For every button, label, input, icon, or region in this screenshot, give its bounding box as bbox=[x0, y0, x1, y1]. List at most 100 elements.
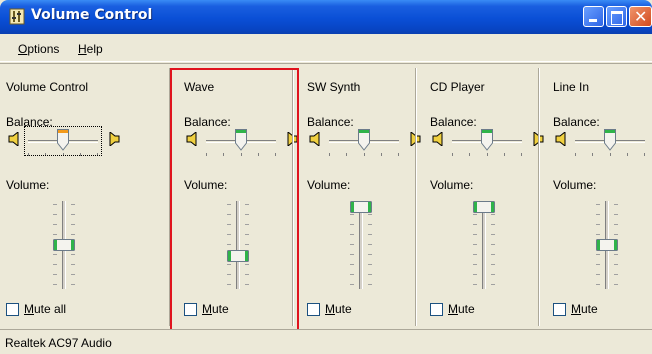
volume-tick bbox=[491, 284, 495, 285]
menu-help[interactable]: Help bbox=[78, 42, 103, 56]
volume-tick bbox=[350, 214, 354, 215]
balance-tick bbox=[504, 153, 505, 156]
volume-slider-track[interactable] bbox=[482, 201, 486, 289]
balance-tick bbox=[592, 153, 593, 156]
channel-separator bbox=[415, 68, 417, 326]
volume-slider-thumb[interactable] bbox=[350, 201, 372, 213]
volume-tick bbox=[491, 264, 495, 265]
channel-column bbox=[0, 64, 123, 329]
volume-tick bbox=[350, 274, 354, 275]
volume-tick bbox=[614, 254, 618, 255]
speaker-right-icon bbox=[530, 130, 544, 148]
volume-tick bbox=[491, 224, 495, 225]
minimize-button[interactable] bbox=[583, 6, 604, 27]
channel-column bbox=[420, 64, 543, 329]
volume-tick bbox=[473, 274, 477, 275]
mute-checkbox[interactable]: Mute bbox=[553, 302, 598, 316]
speaker-right-icon bbox=[106, 130, 120, 148]
volume-tick bbox=[596, 284, 600, 285]
balance-tick bbox=[610, 153, 611, 156]
volume-tick bbox=[368, 234, 372, 235]
volume-tick bbox=[71, 264, 75, 265]
mute-checkbox[interactable]: Mute all bbox=[6, 302, 66, 316]
volume-tick bbox=[368, 254, 372, 255]
mute-checkbox-box[interactable] bbox=[307, 302, 320, 316]
speaker-left-icon bbox=[8, 130, 22, 148]
mute-checkbox-box[interactable] bbox=[430, 302, 443, 316]
volume-tick bbox=[491, 214, 495, 215]
mute-checkbox[interactable]: Mute bbox=[430, 302, 475, 316]
channel-separator bbox=[538, 68, 540, 326]
volume-slider-track[interactable] bbox=[359, 201, 363, 289]
maximize-button[interactable] bbox=[606, 6, 627, 27]
volume-tick bbox=[71, 214, 75, 215]
speaker-right-icon bbox=[407, 130, 421, 148]
mute-label: Mute all bbox=[24, 302, 67, 316]
balance-tick bbox=[452, 153, 453, 156]
mute-checkbox-box[interactable] bbox=[6, 302, 19, 316]
balance-label: Balance: bbox=[430, 115, 477, 129]
volume-tick bbox=[53, 264, 57, 265]
volume-tick bbox=[473, 224, 477, 225]
volume-tick bbox=[473, 254, 477, 255]
balance-label: Balance: bbox=[553, 115, 600, 129]
volume-tick bbox=[614, 214, 618, 215]
volume-tick bbox=[614, 224, 618, 225]
volume-tick bbox=[614, 274, 618, 275]
channel-name: CD Player bbox=[430, 80, 485, 94]
volume-tick bbox=[596, 254, 600, 255]
volume-label: Volume: bbox=[430, 178, 474, 192]
balance-tick bbox=[644, 153, 645, 156]
volume-tick bbox=[491, 234, 495, 235]
balance-tick bbox=[487, 153, 488, 156]
balance-tick bbox=[521, 153, 522, 156]
speaker-left-icon bbox=[432, 130, 446, 148]
balance-slider-thumb[interactable] bbox=[481, 129, 493, 151]
close-button[interactable]: ✕ bbox=[629, 6, 652, 27]
title-bar[interactable]: Volume Control ✕ bbox=[0, 0, 652, 34]
volume-tick bbox=[491, 274, 495, 275]
volume-tick bbox=[71, 204, 75, 205]
volume-tick bbox=[53, 274, 57, 275]
balance-tick bbox=[346, 153, 347, 156]
menu-options[interactable]: Options bbox=[18, 42, 59, 56]
volume-tick bbox=[596, 224, 600, 225]
volume-tick bbox=[614, 204, 618, 205]
volume-tick bbox=[71, 254, 75, 255]
volume-tick bbox=[596, 264, 600, 265]
mute-label: Mute bbox=[325, 302, 352, 316]
window-title: Volume Control bbox=[31, 7, 153, 23]
volume-tick bbox=[614, 264, 618, 265]
balance-tick bbox=[575, 153, 576, 156]
balance-focus-rect bbox=[24, 126, 102, 156]
channel-column bbox=[297, 64, 420, 329]
volume-tick bbox=[53, 234, 57, 235]
mixer-panel: Volume Control Balance: Volume: Mute all Wav… bbox=[0, 63, 652, 328]
balance-tick bbox=[329, 153, 330, 156]
volume-tick bbox=[473, 214, 477, 215]
volume-slider-thumb[interactable] bbox=[53, 239, 75, 251]
volume-tick bbox=[596, 204, 600, 205]
volume-tick bbox=[350, 284, 354, 285]
volume-tick bbox=[71, 284, 75, 285]
mute-label: Mute bbox=[571, 302, 598, 316]
volume-tick bbox=[71, 274, 75, 275]
balance-slider-thumb[interactable] bbox=[358, 129, 370, 151]
balance-slider-thumb[interactable] bbox=[604, 129, 616, 151]
volume-label: Volume: bbox=[6, 178, 50, 192]
volume-tick bbox=[350, 224, 354, 225]
volume-tick bbox=[473, 264, 477, 265]
wave-highlight-box bbox=[170, 68, 299, 338]
mute-checkbox[interactable]: Mute bbox=[307, 302, 352, 316]
volume-slider-thumb[interactable] bbox=[596, 239, 618, 251]
volume-tick bbox=[614, 284, 618, 285]
volume-tick bbox=[350, 234, 354, 235]
volume-slider-thumb[interactable] bbox=[473, 201, 495, 213]
mute-label: Mute bbox=[448, 302, 475, 316]
channel-name: Volume Control bbox=[6, 80, 89, 94]
mute-checkbox-box[interactable] bbox=[553, 302, 566, 316]
volume-tick bbox=[53, 214, 57, 215]
volume-label: Volume: bbox=[307, 178, 351, 192]
volume-tick bbox=[596, 234, 600, 235]
volume-tick bbox=[596, 214, 600, 215]
